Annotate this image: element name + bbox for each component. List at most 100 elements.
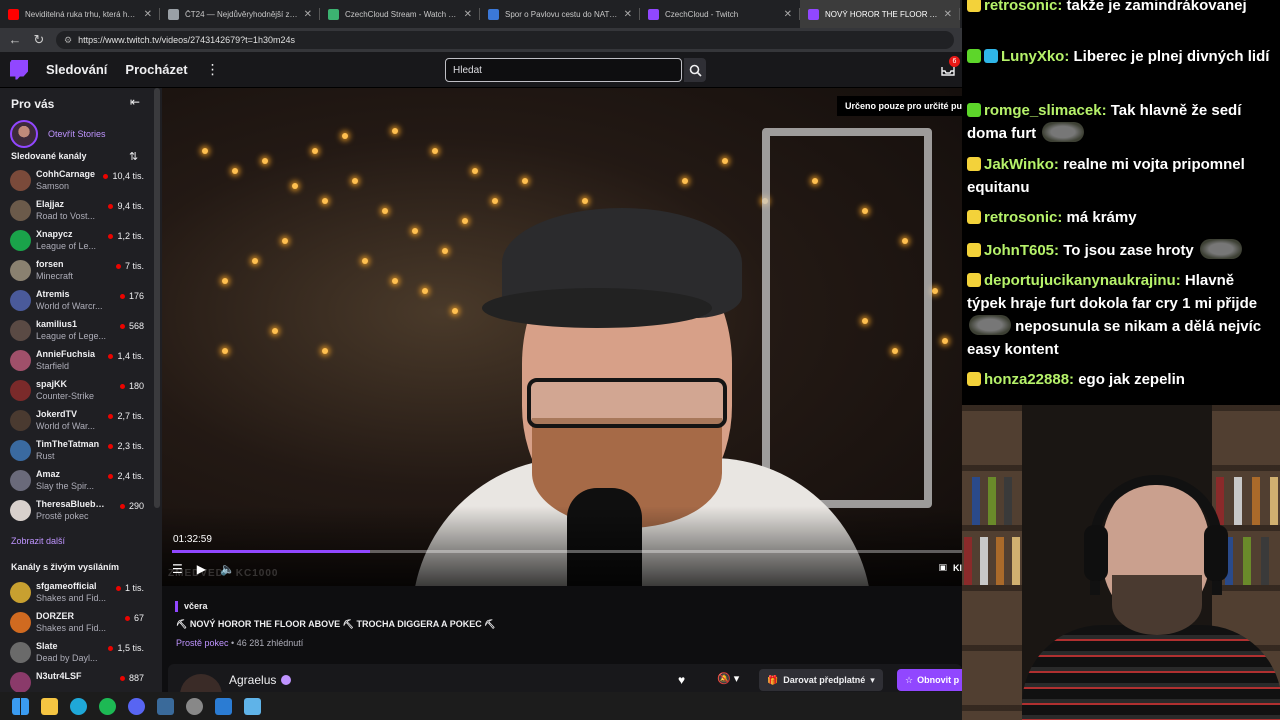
tab-close-icon[interactable]: ✕ (304, 9, 312, 20)
clip-button[interactable]: ▣ Kl (938, 562, 962, 573)
chat-username[interactable]: JakWinko (984, 156, 1054, 173)
search-input[interactable]: Hledat (445, 58, 682, 82)
browser-tab[interactable]: CzechCloud - Twitch ✕ (640, 0, 800, 28)
video-info: včera ⛏ NOVÝ HOROR THE FLOOR ABOVE ⛏ TRO… (162, 586, 967, 716)
fairy-light (252, 258, 258, 264)
sidebar-scrollbar[interactable] (154, 88, 160, 508)
channel-game: Samson (36, 181, 70, 191)
reload-icon[interactable]: ↻ (32, 33, 46, 47)
browser-tab[interactable]: NOVÝ HOROR THE FLOOR ABOVE ✕ (800, 0, 960, 28)
category-link[interactable]: Prostě pokec (176, 638, 229, 648)
play-icon[interactable]: ▶ (197, 562, 206, 576)
sidebar-channel[interactable]: sfgameofficial Shakes and Fid... 1 tis. (10, 578, 150, 606)
chat-emote-icon (1199, 239, 1242, 259)
book-spine (1252, 477, 1260, 525)
sidebar-channel[interactable]: N3utr4LSF 887 (10, 668, 150, 692)
word-icon[interactable] (215, 697, 232, 715)
streamer-name[interactable]: Agraelus (229, 673, 276, 687)
tab-label: CzechCloud Stream - Watch Live o... (345, 9, 458, 19)
webcam-shirt (1022, 625, 1280, 720)
notepad-icon[interactable] (244, 697, 261, 715)
chat-separator: : (1054, 242, 1064, 259)
chat-username[interactable]: LunyXko (1001, 48, 1064, 65)
nav-following[interactable]: Sledování (46, 62, 107, 77)
channel-viewers: 1,4 tis. (108, 351, 144, 361)
channel-viewers: 568 (119, 321, 144, 331)
volume-icon[interactable]: 🔈 (220, 562, 235, 576)
browser-tab-strip: Neviditelná ruka trhu, která hýbe s...✕Č… (0, 0, 962, 28)
discord-icon[interactable] (128, 697, 145, 715)
sidebar-channel[interactable]: CohhCarnage Samson 10,4 tis. (10, 166, 150, 194)
sidebar-channel[interactable]: Slate Dead by Dayl... 1,5 tis. (10, 638, 150, 666)
chat-username[interactable]: deportujucikanynaukrajinu (984, 272, 1176, 289)
windows-start-icon[interactable] (12, 697, 29, 715)
controls-scrim (162, 506, 962, 586)
back-icon[interactable]: ← (8, 33, 22, 47)
channel-viewers: 2,4 tis. (108, 471, 144, 481)
chat-username[interactable]: retrosonic (984, 0, 1057, 14)
seek-bar[interactable] (172, 550, 962, 553)
follow-heart-icon[interactable]: ♥ (678, 673, 685, 687)
headphones (1090, 475, 1222, 595)
tab-favicon-icon (488, 8, 499, 20)
browser-tab[interactable]: Neviditelná ruka trhu, která hýbe s... ✕ (0, 0, 160, 28)
steam-icon[interactable] (157, 697, 174, 715)
clip-icon: ▣ (938, 562, 947, 572)
sidebar-channel[interactable]: kamilius1 League of Lege... 568 (10, 316, 150, 344)
sidebar-channel[interactable]: Atremis World of Warcr... 176 (10, 286, 150, 314)
channel-viewers: 10,4 tis. (103, 171, 144, 181)
file-explorer-icon[interactable] (41, 697, 58, 715)
sidebar-channel[interactable]: Elajjaz Road to Vost... 9,4 tis. (10, 196, 150, 224)
channel-name: Xnapycz (36, 229, 73, 239)
spotify-icon[interactable] (99, 697, 116, 715)
viewer-count: 2,4 tis. (117, 471, 144, 481)
sidebar-channel[interactable]: forsen Minecraft 7 tis. (10, 256, 150, 284)
browser-tab[interactable]: Spor o Pavlovu cestu do NATO: „Je... ✕ (480, 0, 640, 28)
sidebar-channel[interactable]: Amaz Slay the Spir... 2,4 tis. (10, 466, 150, 494)
sidebar-channel[interactable]: DORZER Shakes and Fid... 67 (10, 608, 150, 636)
chat-username[interactable]: honza22888 (984, 371, 1069, 388)
sidebar-channel[interactable]: Xnapycz League of Le... 1,2 tis. (10, 226, 150, 254)
video-player[interactable]: Určeno pouze pro určité pu ZMEDVED - KC1… (162, 88, 962, 586)
stories-entry[interactable]: Otevřít Stories (10, 120, 106, 148)
tab-close-icon[interactable]: ✕ (944, 9, 952, 20)
chat-badge-icon (967, 157, 981, 171)
app-icon[interactable] (186, 697, 203, 715)
search-button[interactable] (684, 58, 706, 82)
live-dot-icon (108, 233, 114, 239)
gift-sub-button[interactable]: 🎁 Darovat předplatné ▾ (759, 669, 883, 691)
chapters-icon[interactable]: ☰ (172, 562, 183, 576)
address-bar[interactable]: ⚙ https://www.twitch.tv/videos/274314267… (56, 31, 954, 49)
live-dot-icon (119, 503, 125, 509)
sidebar-channel[interactable]: AnnieFuchsia Starfield 1,4 tis. (10, 346, 150, 374)
edge-icon[interactable] (70, 697, 87, 715)
tab-close-icon[interactable]: ✕ (784, 9, 792, 20)
book-spine (1004, 477, 1012, 525)
chat-username[interactable]: romge_slimacek (984, 102, 1102, 119)
sidebar-channel[interactable]: TheresaBluebe... Prostě pokec 290 (10, 496, 150, 524)
more-options-icon[interactable]: ⋮ (206, 61, 220, 78)
chat-username[interactable]: JohnT605 (984, 242, 1054, 259)
site-info-icon[interactable]: ⚙ (64, 35, 72, 46)
twitch-logo-icon[interactable] (10, 59, 28, 80)
channel-name: DORZER (36, 611, 74, 621)
sidebar-channel[interactable]: JokerdTV World of War... 2,7 tis. (10, 406, 150, 434)
browser-tab[interactable]: ČT24 — Nejdůvěryhodnější zpravo... ✕ (160, 0, 320, 28)
show-more-link[interactable]: Zobrazit další (11, 536, 65, 546)
tab-close-icon[interactable]: ✕ (624, 9, 632, 20)
tab-close-icon[interactable]: ✕ (464, 9, 472, 20)
fairy-light (322, 198, 328, 204)
sidebar-channel[interactable]: spajKK Counter-Strike 180 (10, 376, 150, 404)
notifications-off-icon[interactable]: 🔕 ▾ (717, 672, 739, 685)
renew-sub-button[interactable]: ☆ Obnovit p (897, 669, 967, 691)
sort-icon[interactable]: ⇅ (129, 150, 138, 163)
collapse-sidebar-icon[interactable]: ⇤ (130, 95, 140, 109)
chat-username[interactable]: retrosonic (984, 209, 1057, 226)
tab-close-icon[interactable]: ✕ (144, 9, 152, 20)
chat-text: takže je zamindrákovanej (1066, 0, 1247, 14)
chat-separator: : (1057, 0, 1067, 14)
sidebar-channel[interactable]: TimTheTatman Rust 2,3 tis. (10, 436, 150, 464)
tab-label: CzechCloud - Twitch (665, 9, 739, 19)
nav-browse[interactable]: Procházet (125, 62, 187, 77)
browser-tab[interactable]: CzechCloud Stream - Watch Live o... ✕ (320, 0, 480, 28)
